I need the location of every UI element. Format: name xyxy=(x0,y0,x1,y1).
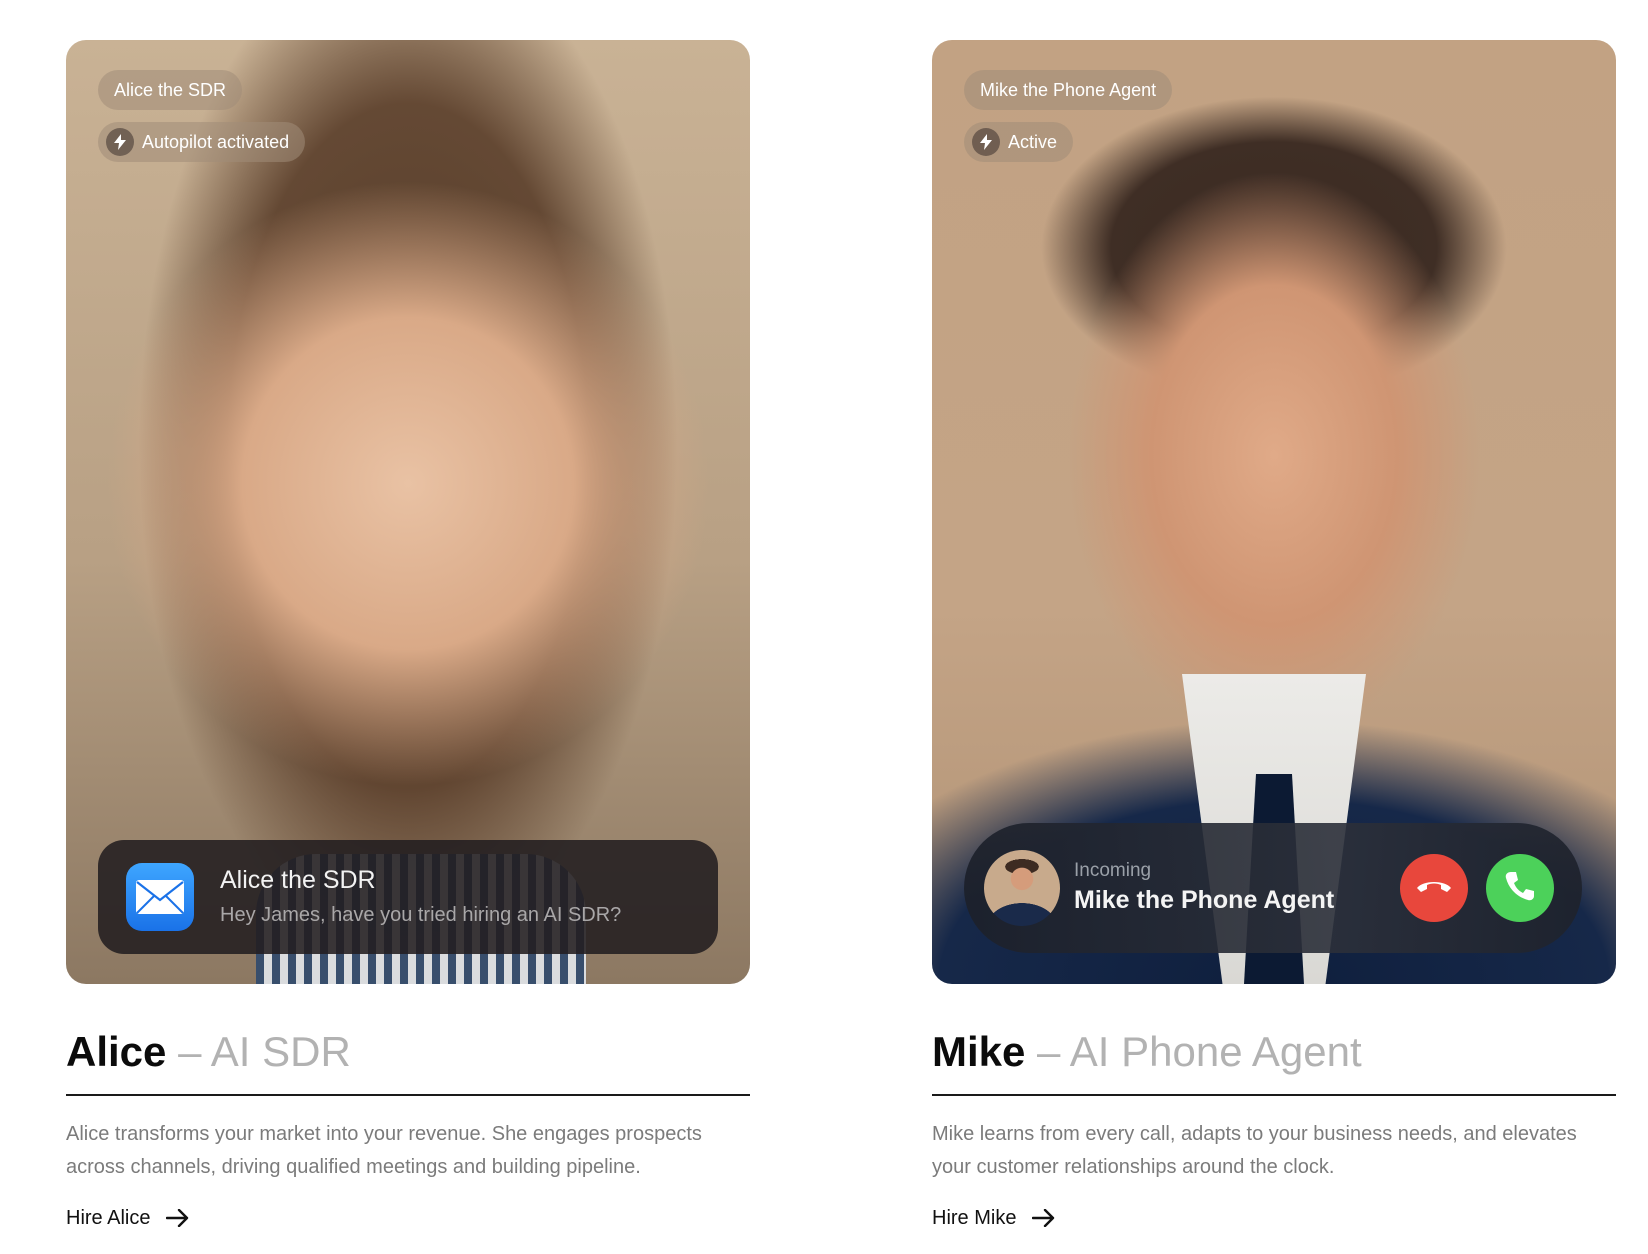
alice-status-chip: Autopilot activated xyxy=(98,122,306,162)
mike-headline: Mike – AI Phone Agent xyxy=(932,1026,1616,1078)
alice-divider xyxy=(66,1094,750,1096)
alice-headline: Alice – AI SDR xyxy=(66,1026,750,1078)
mike-name: Mike xyxy=(932,1028,1026,1075)
hire-mike-label: Hire Mike xyxy=(932,1207,1017,1229)
mike-divider xyxy=(932,1094,1616,1096)
alice-name-chip: Alice the SDR xyxy=(98,70,243,110)
lightning-icon xyxy=(106,128,134,156)
notification-body: Hey James, have you tried hiring an AI S… xyxy=(220,904,622,926)
notification-title: Alice the SDR xyxy=(220,866,376,894)
lightning-icon xyxy=(972,128,1000,156)
decline-call-button[interactable] xyxy=(1400,854,1468,922)
arrow-right-icon xyxy=(166,1209,190,1227)
hire-alice-label: Hire Alice xyxy=(66,1207,151,1229)
call-status-label: Incoming xyxy=(1074,860,1152,881)
call-text: Incoming Mike the Phone Agent xyxy=(1074,860,1400,916)
caller-name: Mike the Phone Agent xyxy=(1074,886,1335,914)
hire-mike-link[interactable]: Hire Mike xyxy=(932,1204,1056,1232)
mike-status-label: Active xyxy=(1008,132,1058,152)
alice-portrait: Alice the SDR Autopilot activated Alice … xyxy=(66,40,750,984)
mike-status-chip: Active xyxy=(964,122,1074,162)
mike-name-chip: Mike the Phone Agent xyxy=(964,70,1173,110)
agent-card-mike: Mike the Phone Agent Active Incoming Mik… xyxy=(932,40,1616,1232)
alice-name: Alice xyxy=(66,1028,167,1075)
accept-call-button[interactable] xyxy=(1486,854,1554,922)
phone-icon xyxy=(1503,869,1537,908)
alice-role: – AI SDR xyxy=(178,1028,351,1075)
mike-role: – AI Phone Agent xyxy=(1037,1028,1362,1075)
caller-avatar xyxy=(984,850,1060,926)
agent-card-alice: Alice the SDR Autopilot activated Alice … xyxy=(66,40,750,1232)
alice-status-label: Autopilot activated xyxy=(142,132,290,152)
mail-icon xyxy=(126,863,194,931)
incoming-call-bar: Incoming Mike the Phone Agent xyxy=(964,823,1582,953)
hire-alice-link[interactable]: Hire Alice xyxy=(66,1204,190,1232)
agents-page: Alice the SDR Autopilot activated Alice … xyxy=(0,0,1648,1254)
alice-description: Alice transforms your market into your r… xyxy=(66,1123,702,1178)
notification-text: Alice the SDR Hey James, have you tried … xyxy=(220,865,621,929)
mike-portrait: Mike the Phone Agent Active Incoming Mik… xyxy=(932,40,1616,984)
arrow-right-icon xyxy=(1032,1209,1056,1227)
email-notification[interactable]: Alice the SDR Hey James, have you tried … xyxy=(98,840,718,954)
phone-hangup-icon xyxy=(1415,878,1453,899)
mike-description: Mike learns from every call, adapts to y… xyxy=(932,1123,1577,1178)
